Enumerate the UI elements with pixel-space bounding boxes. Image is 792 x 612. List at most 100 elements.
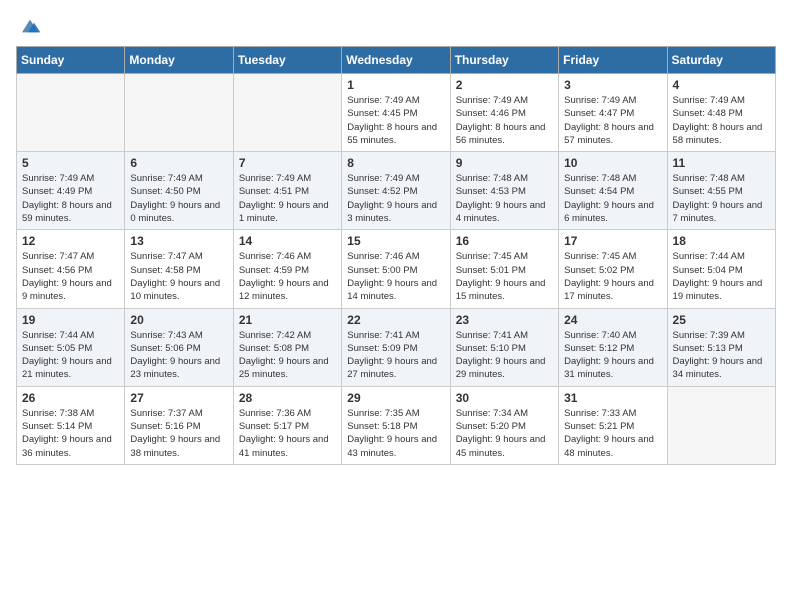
calendar-cell: 9 Sunrise: 7:48 AM Sunset: 4:53 PM Daylig… — [450, 152, 558, 230]
day-info: Sunrise: 7:49 AM Sunset: 4:46 PM Dayligh… — [456, 94, 553, 147]
day-number: 19 — [22, 313, 119, 327]
calendar-cell: 11 Sunrise: 7:48 AM Sunset: 4:55 PM Dayli… — [667, 152, 775, 230]
day-number: 2 — [456, 78, 553, 92]
calendar-cell — [233, 74, 341, 152]
calendar-cell: 27Sunrise: 7:37 AM Sunset: 5:16 PM Dayli… — [125, 386, 233, 464]
calendar-cell: 30 Sunrise: 7:34 AM Sunset: 5:20 PM Dayli… — [450, 386, 558, 464]
day-info: Sunrise: 7:49 AM Sunset: 4:48 PM Dayligh… — [673, 94, 770, 147]
calendar-cell: 16Sunrise: 7:45 AM Sunset: 5:01 PM Dayli… — [450, 230, 558, 308]
calendar-cell: 7Sunrise: 7:49 AM Sunset: 4:51 PM Daylig… — [233, 152, 341, 230]
calendar-cell: 10 Sunrise: 7:48 AM Sunset: 4:54 PM Dayli… — [559, 152, 667, 230]
calendar-cell: 31 Sunrise: 7:33 AM Sunset: 5:21 PM Dayli… — [559, 386, 667, 464]
day-info: Sunrise: 7:44 AM Sunset: 5:04 PM Dayligh… — [673, 250, 770, 303]
calendar-cell: 20 Sunrise: 7:43 AM Sunset: 5:06 PM Dayli… — [125, 308, 233, 386]
day-info: Sunrise: 7:48 AM Sunset: 4:54 PM Dayligh… — [564, 172, 661, 225]
day-info: Sunrise: 7:48 AM Sunset: 4:53 PM Dayligh… — [456, 172, 553, 225]
calendar-cell: 4 Sunrise: 7:49 AM Sunset: 4:48 PM Daylig… — [667, 74, 775, 152]
calendar-table: SundayMondayTuesdayWednesdayThursdayFrid… — [16, 46, 776, 465]
weekday-header: Monday — [125, 47, 233, 74]
calendar-week-row: 5 Sunrise: 7:49 AM Sunset: 4:49 PM Daylig… — [17, 152, 776, 230]
calendar-cell: 25 Sunrise: 7:39 AM Sunset: 5:13 PM Dayli… — [667, 308, 775, 386]
weekday-header: Friday — [559, 47, 667, 74]
weekday-header-row: SundayMondayTuesdayWednesdayThursdayFrid… — [17, 47, 776, 74]
calendar-cell: 19 Sunrise: 7:44 AM Sunset: 5:05 PM Dayli… — [17, 308, 125, 386]
day-info: Sunrise: 7:49 AM Sunset: 4:50 PM Dayligh… — [130, 172, 227, 225]
calendar-cell: 6 Sunrise: 7:49 AM Sunset: 4:50 PM Daylig… — [125, 152, 233, 230]
day-number: 13 — [130, 234, 227, 248]
day-number: 31 — [564, 391, 661, 405]
calendar-cell: 23Sunrise: 7:41 AM Sunset: 5:10 PM Dayli… — [450, 308, 558, 386]
day-info: Sunrise: 7:43 AM Sunset: 5:06 PM Dayligh… — [130, 329, 227, 382]
calendar-cell: 2 Sunrise: 7:49 AM Sunset: 4:46 PM Daylig… — [450, 74, 558, 152]
day-number: 15 — [347, 234, 444, 248]
day-number: 12 — [22, 234, 119, 248]
day-number: 22 — [347, 313, 444, 327]
calendar-cell — [17, 74, 125, 152]
calendar-cell: 15 Sunrise: 7:46 AM Sunset: 5:00 PM Dayli… — [342, 230, 450, 308]
day-info: Sunrise: 7:37 AM Sunset: 5:16 PM Dayligh… — [130, 407, 227, 460]
day-info: Sunrise: 7:45 AM Sunset: 5:02 PM Dayligh… — [564, 250, 661, 303]
day-number: 9 — [456, 156, 553, 170]
calendar-cell — [667, 386, 775, 464]
day-info: Sunrise: 7:49 AM Sunset: 4:49 PM Dayligh… — [22, 172, 119, 225]
day-info: Sunrise: 7:41 AM Sunset: 5:09 PM Dayligh… — [347, 329, 444, 382]
calendar-cell: 13 Sunrise: 7:47 AM Sunset: 4:58 PM Dayli… — [125, 230, 233, 308]
day-number: 11 — [673, 156, 770, 170]
calendar-cell: 17 Sunrise: 7:45 AM Sunset: 5:02 PM Dayli… — [559, 230, 667, 308]
day-number: 21 — [239, 313, 336, 327]
day-number: 30 — [456, 391, 553, 405]
calendar-cell: 18Sunrise: 7:44 AM Sunset: 5:04 PM Dayli… — [667, 230, 775, 308]
day-info: Sunrise: 7:48 AM Sunset: 4:55 PM Dayligh… — [673, 172, 770, 225]
calendar-cell — [125, 74, 233, 152]
day-info: Sunrise: 7:49 AM Sunset: 4:51 PM Dayligh… — [239, 172, 336, 225]
day-number: 1 — [347, 78, 444, 92]
day-number: 17 — [564, 234, 661, 248]
day-number: 6 — [130, 156, 227, 170]
day-info: Sunrise: 7:34 AM Sunset: 5:20 PM Dayligh… — [456, 407, 553, 460]
day-number: 4 — [673, 78, 770, 92]
day-info: Sunrise: 7:33 AM Sunset: 5:21 PM Dayligh… — [564, 407, 661, 460]
calendar-cell: 3 Sunrise: 7:49 AM Sunset: 4:47 PM Daylig… — [559, 74, 667, 152]
calendar-cell: 29 Sunrise: 7:35 AM Sunset: 5:18 PM Dayli… — [342, 386, 450, 464]
calendar-week-row: 26 Sunrise: 7:38 AM Sunset: 5:14 PM Dayli… — [17, 386, 776, 464]
logo — [16, 16, 42, 36]
calendar-cell: 14Sunrise: 7:46 AM Sunset: 4:59 PM Dayli… — [233, 230, 341, 308]
day-number: 14 — [239, 234, 336, 248]
day-number: 25 — [673, 313, 770, 327]
calendar-week-row: 1 Sunrise: 7:49 AM Sunset: 4:45 PM Daylig… — [17, 74, 776, 152]
page-header — [16, 16, 776, 36]
weekday-header: Thursday — [450, 47, 558, 74]
day-number: 5 — [22, 156, 119, 170]
day-number: 20 — [130, 313, 227, 327]
calendar-cell: 12 Sunrise: 7:47 AM Sunset: 4:56 PM Dayli… — [17, 230, 125, 308]
calendar-cell: 1 Sunrise: 7:49 AM Sunset: 4:45 PM Daylig… — [342, 74, 450, 152]
day-info: Sunrise: 7:44 AM Sunset: 5:05 PM Dayligh… — [22, 329, 119, 382]
calendar-cell: 8Sunrise: 7:49 AM Sunset: 4:52 PM Daylig… — [342, 152, 450, 230]
day-info: Sunrise: 7:38 AM Sunset: 5:14 PM Dayligh… — [22, 407, 119, 460]
day-info: Sunrise: 7:42 AM Sunset: 5:08 PM Dayligh… — [239, 329, 336, 382]
day-info: Sunrise: 7:49 AM Sunset: 4:45 PM Dayligh… — [347, 94, 444, 147]
day-info: Sunrise: 7:41 AM Sunset: 5:10 PM Dayligh… — [456, 329, 553, 382]
calendar-cell: 21 Sunrise: 7:42 AM Sunset: 5:08 PM Dayli… — [233, 308, 341, 386]
calendar-cell: 26 Sunrise: 7:38 AM Sunset: 5:14 PM Dayli… — [17, 386, 125, 464]
day-info: Sunrise: 7:40 AM Sunset: 5:12 PM Dayligh… — [564, 329, 661, 382]
day-number: 3 — [564, 78, 661, 92]
calendar-week-row: 19 Sunrise: 7:44 AM Sunset: 5:05 PM Dayli… — [17, 308, 776, 386]
day-info: Sunrise: 7:47 AM Sunset: 4:56 PM Dayligh… — [22, 250, 119, 303]
day-info: Sunrise: 7:46 AM Sunset: 5:00 PM Dayligh… — [347, 250, 444, 303]
day-info: Sunrise: 7:45 AM Sunset: 5:01 PM Dayligh… — [456, 250, 553, 303]
calendar-cell: 28Sunrise: 7:36 AM Sunset: 5:17 PM Dayli… — [233, 386, 341, 464]
day-info: Sunrise: 7:39 AM Sunset: 5:13 PM Dayligh… — [673, 329, 770, 382]
day-info: Sunrise: 7:47 AM Sunset: 4:58 PM Dayligh… — [130, 250, 227, 303]
weekday-header: Wednesday — [342, 47, 450, 74]
day-number: 8 — [347, 156, 444, 170]
day-number: 29 — [347, 391, 444, 405]
day-info: Sunrise: 7:49 AM Sunset: 4:47 PM Dayligh… — [564, 94, 661, 147]
day-number: 10 — [564, 156, 661, 170]
day-info: Sunrise: 7:35 AM Sunset: 5:18 PM Dayligh… — [347, 407, 444, 460]
weekday-header: Sunday — [17, 47, 125, 74]
day-number: 26 — [22, 391, 119, 405]
day-number: 24 — [564, 313, 661, 327]
calendar-cell: 5 Sunrise: 7:49 AM Sunset: 4:49 PM Daylig… — [17, 152, 125, 230]
calendar-cell: 24 Sunrise: 7:40 AM Sunset: 5:12 PM Dayli… — [559, 308, 667, 386]
